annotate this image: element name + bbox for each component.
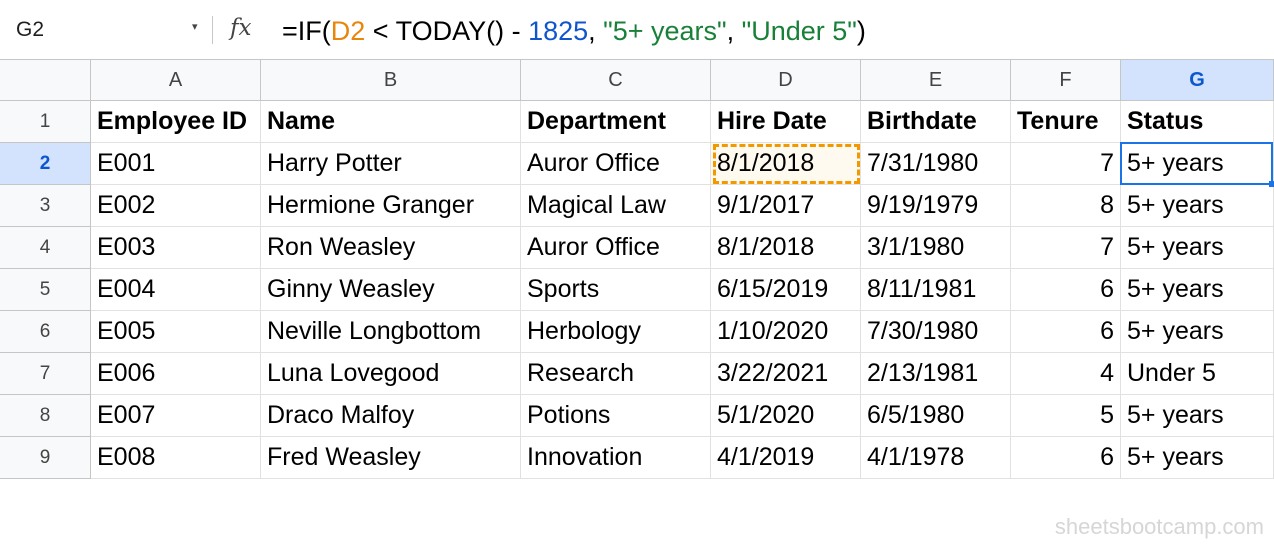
cell-f4[interactable]: 7: [1011, 227, 1121, 269]
column-header-g[interactable]: G: [1121, 59, 1274, 101]
cell-b3[interactable]: Hermione Granger: [261, 185, 521, 227]
row-header-3[interactable]: 3: [0, 185, 91, 227]
cell-c7[interactable]: Research: [521, 353, 711, 395]
column-header-b[interactable]: B: [261, 59, 521, 101]
row-header-8[interactable]: 8: [0, 395, 91, 437]
cell-b5[interactable]: Ginny Weasley: [261, 269, 521, 311]
cell-d6[interactable]: 1/10/2020: [711, 311, 861, 353]
cell-a7[interactable]: E006: [91, 353, 261, 395]
formula-token: D2: [330, 16, 366, 46]
cell-e2[interactable]: 7/31/1980: [861, 143, 1011, 185]
formula-token: ,: [726, 16, 742, 46]
cell-d7[interactable]: 3/22/2021: [711, 353, 861, 395]
cell-g8[interactable]: 5+ years: [1121, 395, 1274, 437]
cell-f1[interactable]: Tenure: [1011, 101, 1121, 143]
cell-c3[interactable]: Magical Law: [521, 185, 711, 227]
cell-b4[interactable]: Ron Weasley: [261, 227, 521, 269]
column-header-f[interactable]: F: [1011, 59, 1121, 101]
cell-g6[interactable]: 5+ years: [1121, 311, 1274, 353]
cell-c1[interactable]: Department: [521, 101, 711, 143]
cell-d8[interactable]: 5/1/2020: [711, 395, 861, 437]
row-header-9[interactable]: 9: [0, 437, 91, 479]
cell-c9[interactable]: Innovation: [521, 437, 711, 479]
row-header-4[interactable]: 4: [0, 227, 91, 269]
formula-token: ,: [588, 16, 604, 46]
formula-token: "5+ years": [603, 16, 727, 46]
column-header-d[interactable]: D: [711, 59, 861, 101]
name-box[interactable]: G2 ▾: [0, 0, 212, 60]
cell-c4[interactable]: Auror Office: [521, 227, 711, 269]
name-box-value: G2: [16, 18, 45, 41]
formula-token: =IF(: [282, 16, 331, 46]
cell-d2[interactable]: 8/1/2018: [711, 143, 861, 185]
cell-f6[interactable]: 6: [1011, 311, 1121, 353]
cell-d3[interactable]: 9/1/2017: [711, 185, 861, 227]
cell-c8[interactable]: Potions: [521, 395, 711, 437]
formula-input[interactable]: =IF(D2 < TODAY() - 1825, "5+ years", "Un…: [282, 16, 866, 47]
cell-a1[interactable]: Employee ID: [91, 101, 261, 143]
select-all-corner[interactable]: [0, 59, 91, 101]
cell-e4[interactable]: 3/1/1980: [861, 227, 1011, 269]
formula-token: < TODAY() -: [365, 16, 529, 46]
row-header-2[interactable]: 2: [0, 143, 91, 185]
cell-d1[interactable]: Hire Date: [711, 101, 861, 143]
formula-bar-divider: [212, 16, 213, 44]
row-header-1[interactable]: 1: [0, 101, 91, 143]
formula-token: ): [856, 16, 866, 46]
cell-a5[interactable]: E004: [91, 269, 261, 311]
cell-f5[interactable]: 6: [1011, 269, 1121, 311]
cell-b8[interactable]: Draco Malfoy: [261, 395, 521, 437]
cell-a2[interactable]: E001: [91, 143, 261, 185]
cell-e6[interactable]: 7/30/1980: [861, 311, 1011, 353]
formula-bar: G2 ▾ fx =IF(D2 < TODAY() - 1825, "5+ yea…: [0, 0, 1274, 60]
column-header-e[interactable]: E: [861, 59, 1011, 101]
cell-c6[interactable]: Herbology: [521, 311, 711, 353]
cell-d4[interactable]: 8/1/2018: [711, 227, 861, 269]
cell-e7[interactable]: 2/13/1981: [861, 353, 1011, 395]
cell-f2[interactable]: 7: [1011, 143, 1121, 185]
cell-g1[interactable]: Status: [1121, 101, 1274, 143]
row-header-7[interactable]: 7: [0, 353, 91, 395]
cell-g7[interactable]: Under 5: [1121, 353, 1274, 395]
cell-g3[interactable]: 5+ years: [1121, 185, 1274, 227]
row-header-5[interactable]: 5: [0, 269, 91, 311]
fx-icon: fx: [230, 15, 252, 41]
cell-e3[interactable]: 9/19/1979: [861, 185, 1011, 227]
cell-g4[interactable]: 5+ years: [1121, 227, 1274, 269]
column-header-c[interactable]: C: [521, 59, 711, 101]
cell-g9[interactable]: 5+ years: [1121, 437, 1274, 479]
cell-e8[interactable]: 6/5/1980: [861, 395, 1011, 437]
cell-g2[interactable]: 5+ years: [1121, 143, 1274, 185]
cell-a8[interactable]: E007: [91, 395, 261, 437]
row-header-6[interactable]: 6: [0, 311, 91, 353]
cell-a6[interactable]: E005: [91, 311, 261, 353]
cell-e5[interactable]: 8/11/1981: [861, 269, 1011, 311]
cell-a4[interactable]: E003: [91, 227, 261, 269]
cell-e9[interactable]: 4/1/1978: [861, 437, 1011, 479]
cell-c5[interactable]: Sports: [521, 269, 711, 311]
cell-b7[interactable]: Luna Lovegood: [261, 353, 521, 395]
column-header-a[interactable]: A: [91, 59, 261, 101]
dropdown-caret-icon[interactable]: ▾: [192, 20, 198, 33]
cell-b9[interactable]: Fred Weasley: [261, 437, 521, 479]
cell-b6[interactable]: Neville Longbottom: [261, 311, 521, 353]
cell-f3[interactable]: 8: [1011, 185, 1121, 227]
formula-token: "Under 5": [741, 16, 857, 46]
cell-e1[interactable]: Birthdate: [861, 101, 1011, 143]
cell-f8[interactable]: 5: [1011, 395, 1121, 437]
cell-b1[interactable]: Name: [261, 101, 521, 143]
cell-a9[interactable]: E008: [91, 437, 261, 479]
cell-g5[interactable]: 5+ years: [1121, 269, 1274, 311]
cell-a3[interactable]: E002: [91, 185, 261, 227]
cell-b2[interactable]: Harry Potter: [261, 143, 521, 185]
cell-f9[interactable]: 6: [1011, 437, 1121, 479]
watermark: sheetsbootcamp.com: [1054, 514, 1264, 539]
cell-d5[interactable]: 6/15/2019: [711, 269, 861, 311]
cell-c2[interactable]: Auror Office: [521, 143, 711, 185]
fill-handle[interactable]: [1269, 181, 1274, 187]
cell-d9[interactable]: 4/1/2019: [711, 437, 861, 479]
formula-token: 1825: [528, 16, 589, 46]
cell-f7[interactable]: 4: [1011, 353, 1121, 395]
